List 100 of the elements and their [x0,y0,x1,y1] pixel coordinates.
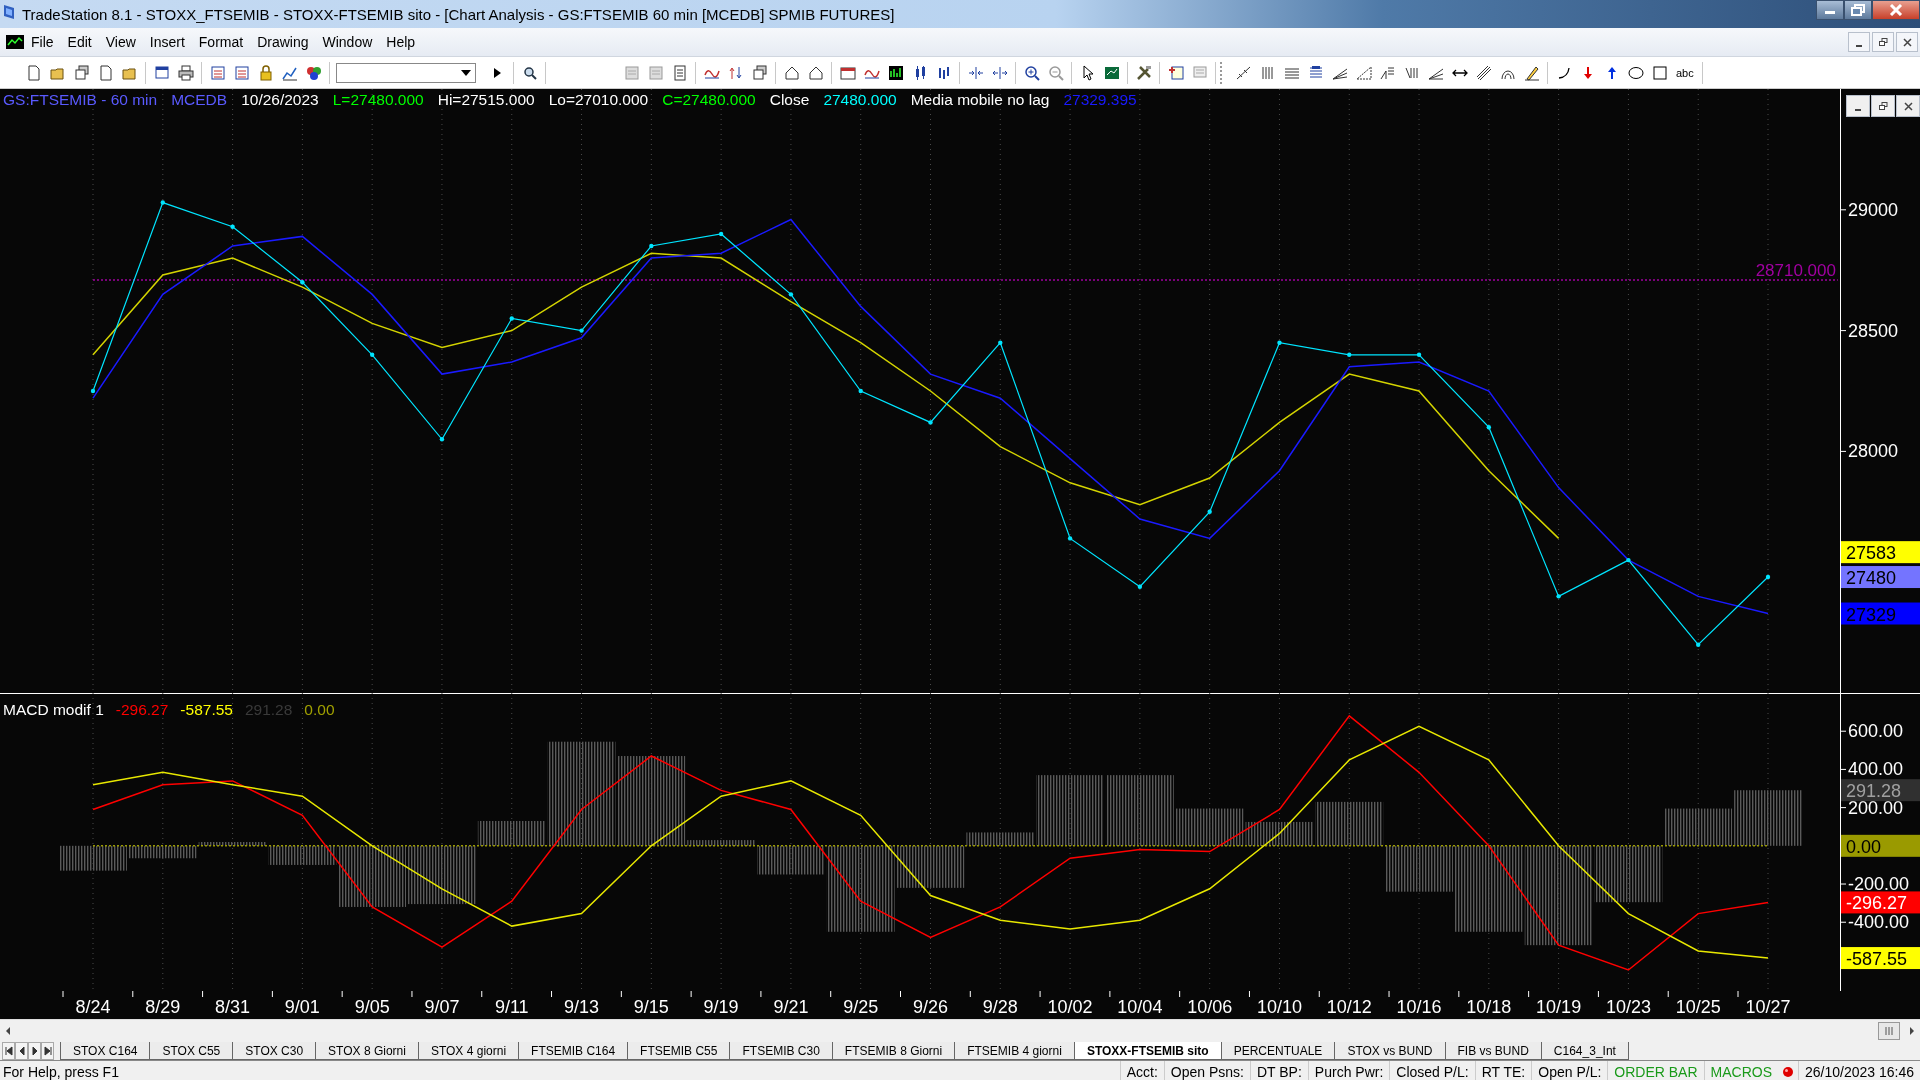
retracement-icon[interactable] [1307,64,1324,81]
help-text: For Help, press F1 [2,1063,120,1080]
close-icon[interactable] [1902,37,1912,47]
last-icon[interactable] [42,1046,53,1056]
sheet-tab[interactable]: STOX 8 Giorni [315,1042,419,1060]
minimize-button[interactable] [1816,0,1844,20]
sheet-tab[interactable]: STOX 4 giorni [417,1042,520,1060]
scroll-thumb[interactable] [1878,1022,1900,1040]
text-tool-button[interactable]: abc [1673,61,1697,84]
grip-icon[interactable] [1884,1026,1894,1036]
menu-item[interactable]: Drawing [250,34,316,50]
stacked-windows-icon[interactable] [73,64,90,81]
restore-button[interactable] [1871,95,1895,117]
expand-icon[interactable] [991,64,1008,81]
date-label: 10/04 [1117,997,1163,1017]
status-field: Open Psns: [1163,1061,1250,1080]
sheet-tab[interactable]: FTSEMIB 8 Giorni [831,1042,956,1060]
close-button[interactable] [1896,32,1918,52]
printer-icon[interactable] [177,64,194,81]
status-field: DT BP: [1249,1061,1308,1080]
sheet-tab[interactable]: FIB vs BUND [1444,1042,1542,1060]
add-indicator-icon[interactable] [1167,64,1184,81]
next-tab-button[interactable] [28,1042,41,1060]
right-arrow-icon[interactable] [29,1046,40,1056]
new-document-icon[interactable] [25,64,42,81]
window-icon[interactable] [153,64,170,81]
stacked-windows-icon[interactable] [751,64,768,81]
new-document-icon[interactable] [97,64,114,81]
bar [896,845,965,888]
window-list-icon[interactable] [233,64,250,81]
status-field: Open P/L: [1531,1061,1608,1080]
calculator-icon[interactable] [671,64,688,81]
left-arrow-icon[interactable] [4,1026,12,1036]
sheet-tab[interactable]: FTSEMIB 4 giorni [954,1042,1075,1060]
sheet-tab[interactable]: FTSEMIB C30 [729,1042,833,1060]
first-tab-button[interactable] [2,1042,15,1060]
date-label: 10/27 [1745,997,1791,1017]
minimize-button[interactable] [1848,32,1870,52]
maximize-button[interactable] [1844,0,1872,20]
close-button[interactable] [1872,0,1920,20]
previous-tab-button[interactable] [15,1042,28,1060]
date-label: 8/24 [75,997,111,1017]
calendar-icon[interactable] [839,64,856,81]
menu-item[interactable]: Edit [60,34,99,50]
symbol-dropdown[interactable] [336,62,476,83]
window-list-icon[interactable] [209,64,226,81]
sheet-tab[interactable]: STOXX-FTSEMIB sito [1073,1042,1222,1060]
search-icon[interactable] [521,64,538,81]
zoom-in-icon[interactable] [1023,64,1040,81]
menu-item[interactable]: Insert [142,34,192,50]
house-icon[interactable] [783,64,800,81]
first-icon[interactable] [3,1046,14,1056]
status-field: Closed P/L: [1389,1061,1475,1080]
menu-item[interactable]: Format [191,34,251,50]
trendline-icon[interactable] [1235,64,1252,81]
sheet-tab[interactable]: FTSEMIB C55 [627,1042,731,1060]
close-button[interactable] [1896,95,1920,117]
date-label: 10/19 [1536,997,1582,1017]
step-lines-icon[interactable] [1379,64,1396,81]
menu-item[interactable]: View [98,34,143,50]
rectangle-icon[interactable] [1651,64,1668,81]
legend-text: 0.00 [304,701,335,719]
close-icon[interactable] [1903,101,1913,111]
triangle-lines-icon[interactable] [1355,64,1372,81]
up-down-arrows-icon[interactable] [727,64,744,81]
dark-chart-icon[interactable] [887,64,904,81]
colored-balls-icon[interactable] [305,64,322,81]
minimize-button[interactable] [1846,95,1870,117]
zoom-out-icon[interactable] [1047,64,1064,81]
menu-item[interactable]: Window [315,34,380,50]
legend-text: -587.55 [180,701,233,719]
sheet-tab[interactable]: FTSEMIB C164 [518,1042,629,1060]
channel-lines-icon[interactable] [1475,64,1492,81]
sheet-tab[interactable]: STOX C30 [232,1042,317,1060]
date-label: 9/07 [424,997,460,1017]
restore-button[interactable] [1872,32,1894,52]
sheet-tab[interactable]: STOX vs BUND [1334,1042,1446,1060]
sheet-tab[interactable]: C164_3_Int [1540,1042,1629,1060]
hammer-wrench-icon[interactable] [1135,64,1152,81]
date-label: 8/31 [215,997,251,1017]
vertical-lines-icon[interactable] [1259,64,1276,81]
legend-text: Close [769,91,810,109]
house-icon[interactable] [807,64,824,81]
restore-icon[interactable] [1878,37,1888,47]
ellipse-icon[interactable] [1627,64,1644,81]
lock-icon[interactable] [257,64,274,81]
bar [1245,821,1314,846]
bar [1315,801,1384,846]
chart-text-icon[interactable] [1103,64,1120,81]
bar [1454,845,1523,932]
last-tab-button[interactable] [41,1042,54,1060]
sheet-tab[interactable]: PERCENTUALE [1220,1042,1336,1060]
restore-icon[interactable] [1878,101,1888,111]
menu-item[interactable]: File [24,34,61,50]
sheet-tab[interactable]: STOX C55 [149,1042,234,1060]
menu-item[interactable]: Help [379,34,423,50]
sheet-tab[interactable]: STOX C164 [60,1042,151,1060]
pencil-icon[interactable] [1523,64,1540,81]
compress-icon[interactable] [967,64,984,81]
right-arrow-icon[interactable] [1908,1026,1916,1036]
